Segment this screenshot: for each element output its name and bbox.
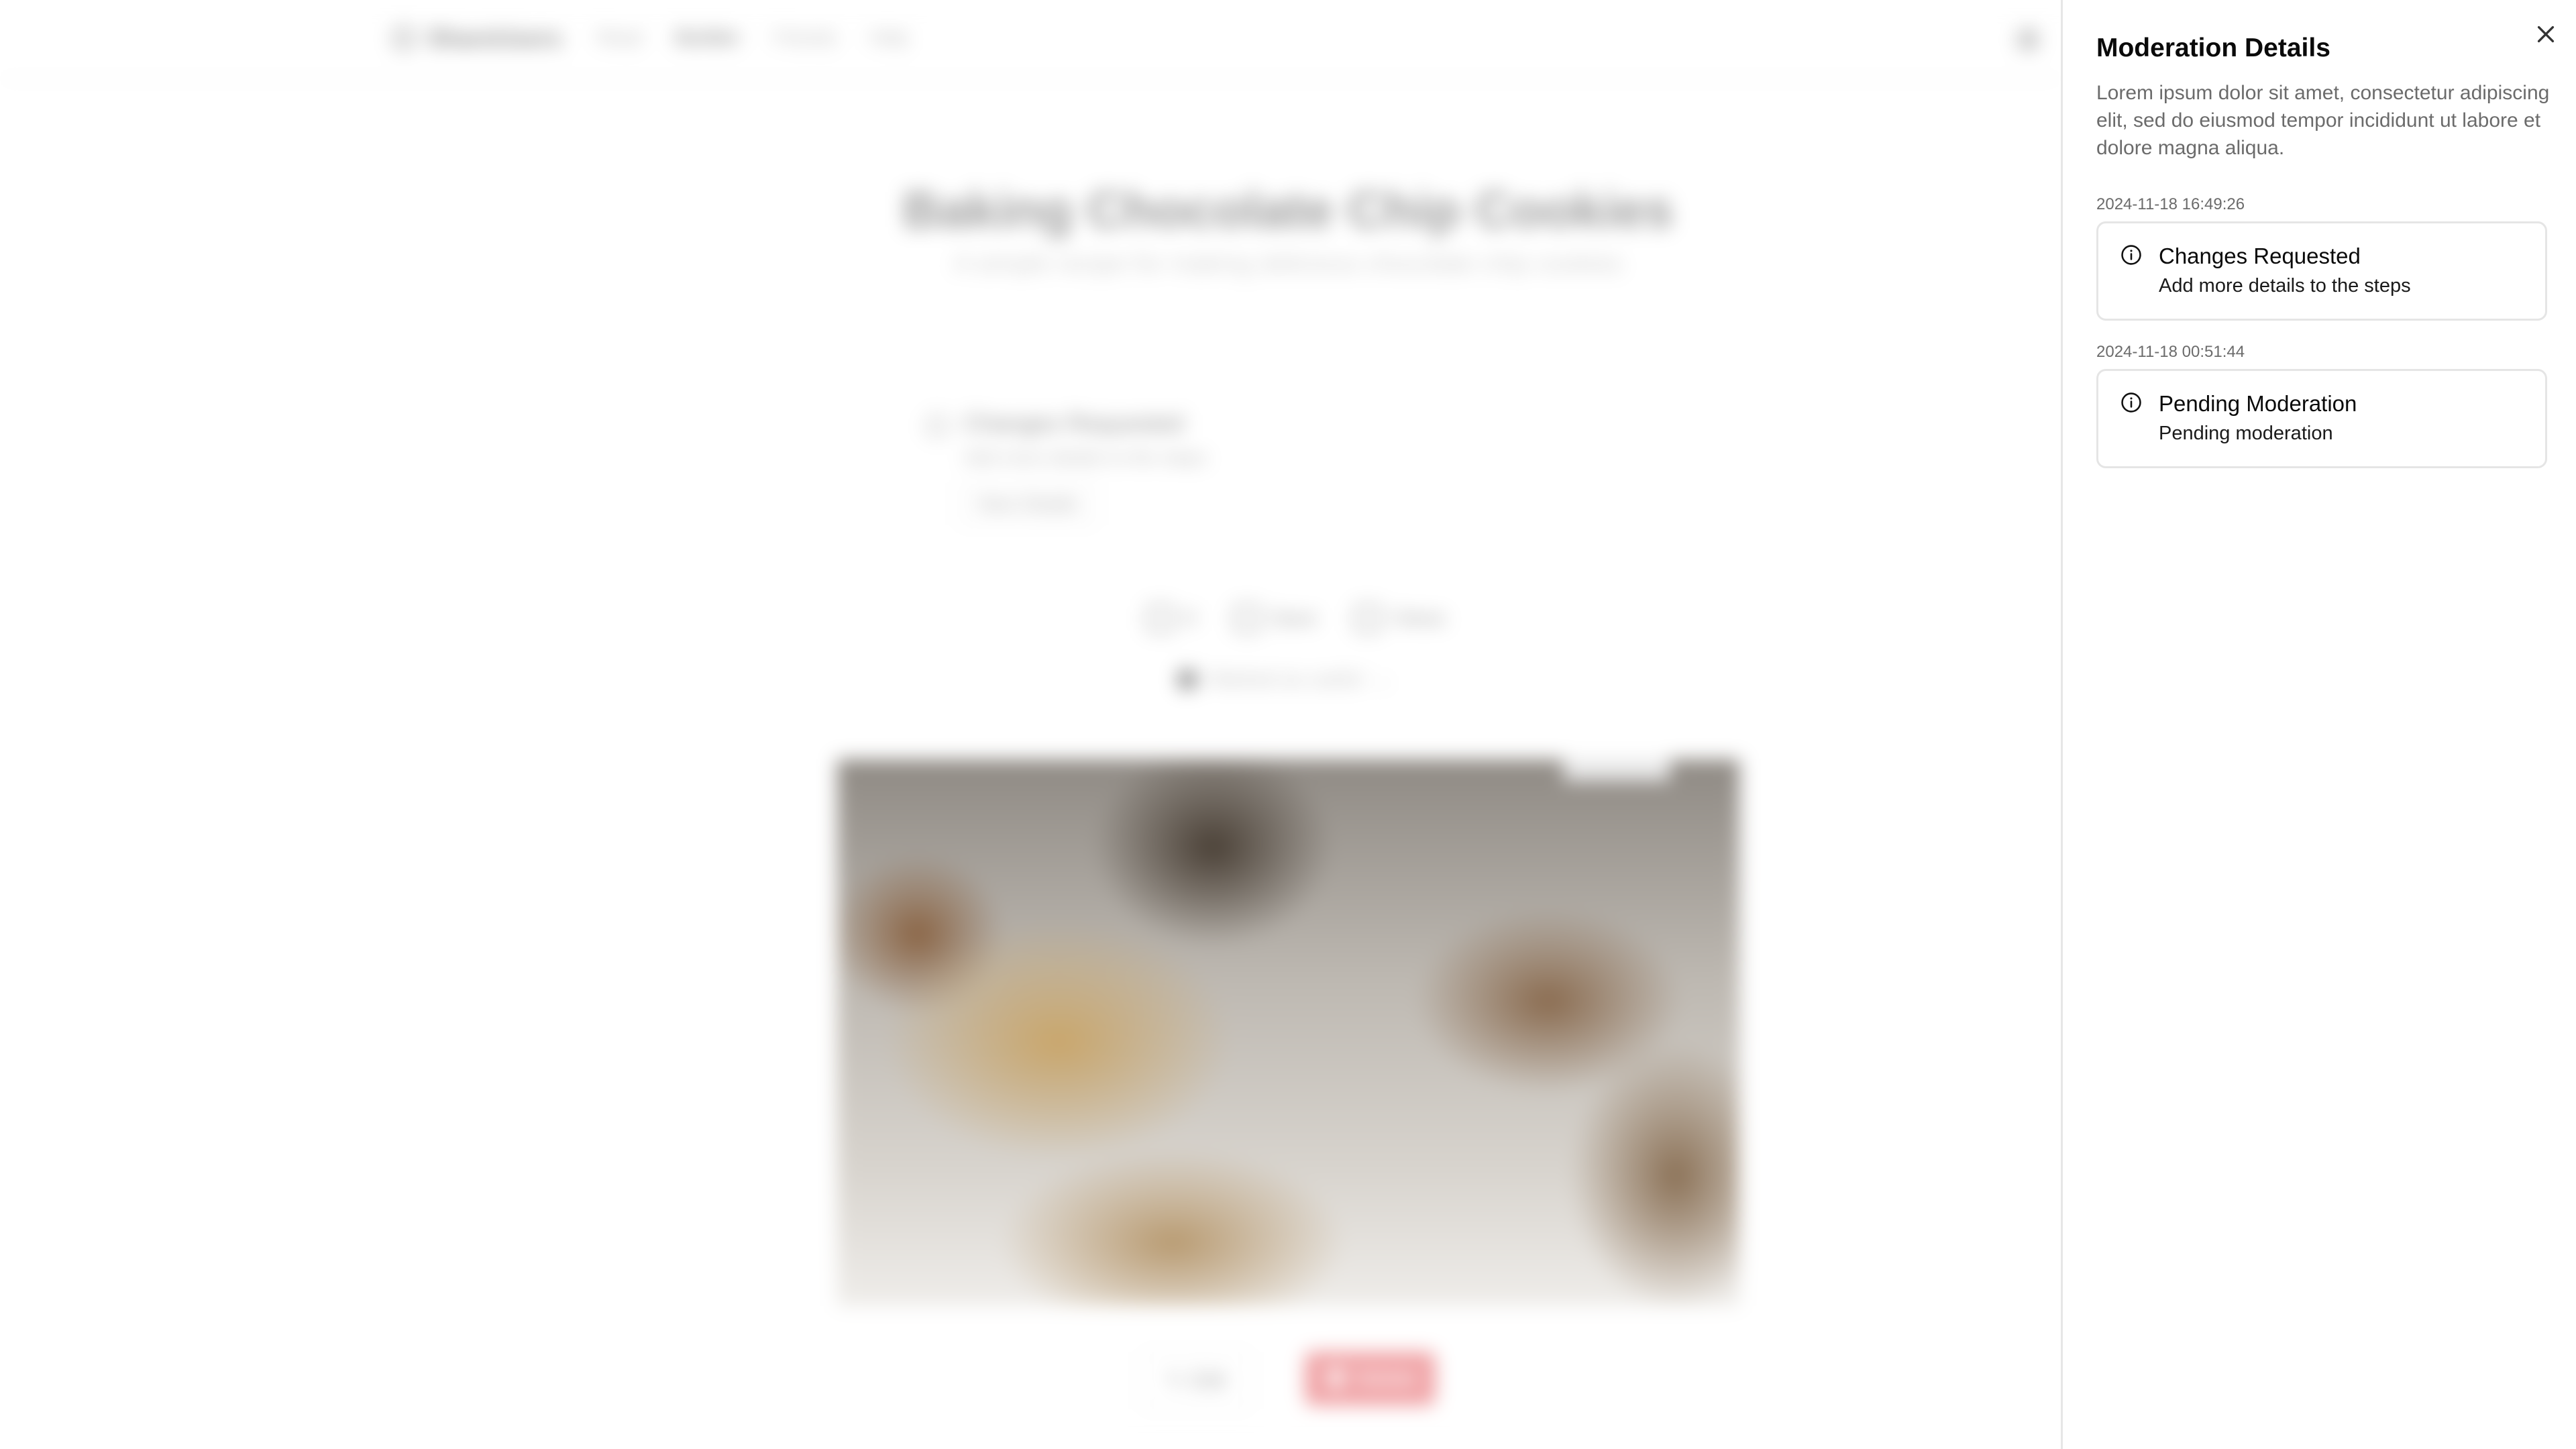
- recipe-stats: 0 Save Views: [1147, 605, 1446, 632]
- edit-label: Edit: [1191, 1369, 1226, 1391]
- image-tag: [1563, 759, 1670, 781]
- entry-title: Pending Moderation: [2159, 391, 2357, 416]
- entry-description: Add more details to the steps: [2159, 275, 2411, 297]
- marked-useful-label: Marked as useful: [1210, 667, 1363, 690]
- pencil-icon: ✎: [1166, 1369, 1183, 1392]
- info-circle-icon: [926, 415, 949, 437]
- save-label: Save: [1271, 607, 1318, 629]
- view-details-button[interactable]: View Details: [958, 483, 1096, 525]
- close-button[interactable]: [2529, 17, 2563, 51]
- entry-timestamp: 2024-11-18 16:49:26: [2096, 195, 2245, 213]
- info-circle-icon: [2120, 244, 2143, 266]
- trash-icon: 🗑: [1323, 1367, 1349, 1390]
- nav-link-friends[interactable]: Friends: [773, 27, 836, 48]
- sheet-title: Moderation Details: [2096, 34, 2330, 62]
- chevron-down-icon: ⌄: [1375, 668, 1392, 690]
- logo-text: ShareUsers: [427, 24, 562, 52]
- logo-icon: [392, 27, 415, 50]
- nav-link-help[interactable]: Help: [870, 27, 909, 48]
- comments-count: 0: [1185, 607, 1196, 629]
- moderation-entry-card: Changes Requested Add more details to th…: [2096, 221, 2547, 321]
- nav-link-read[interactable]: Read: [597, 27, 642, 48]
- close-icon: [2537, 25, 2555, 43]
- save-stat[interactable]: Save: [1233, 605, 1318, 632]
- user-dot-icon: [1177, 669, 1197, 690]
- nav-links: Read Builder Friends Help: [597, 27, 908, 48]
- delete-label: Delete: [1356, 1367, 1417, 1389]
- nav-link-builder[interactable]: Builder: [676, 27, 740, 48]
- alert-title: Changes Requested: [963, 409, 1184, 437]
- views-label: Views: [1392, 607, 1446, 629]
- entry-description: Pending moderation: [2159, 423, 2333, 444]
- views-stat[interactable]: Views: [1354, 605, 1446, 632]
- moderation-entry-card: Pending Moderation Pending moderation: [2096, 369, 2547, 468]
- moderation-details-sheet: Moderation Details Lorem ipsum dolor sit…: [2061, 0, 2576, 1449]
- info-circle-icon: [2120, 391, 2143, 414]
- bookmark-icon: [1233, 605, 1260, 632]
- alert-description: Add more details to the steps: [963, 447, 1207, 468]
- eye-icon: [1354, 605, 1382, 632]
- entry-title: Changes Requested: [2159, 244, 2361, 268]
- edit-button[interactable]: ✎ Edit: [1140, 1352, 1252, 1409]
- entry-timestamp: 2024-11-18 00:51:44: [2096, 343, 2245, 361]
- comment-icon: [1147, 605, 1174, 632]
- user-avatar-icon[interactable]: [2017, 28, 2039, 51]
- top-navbar: ShareUsers Read Builder Friends Help: [0, 0, 2061, 80]
- comments-stat[interactable]: 0: [1147, 605, 1196, 632]
- logo[interactable]: ShareUsers: [392, 24, 561, 52]
- marked-useful[interactable]: Marked as useful ⌄: [1177, 667, 1392, 691]
- sheet-description: Lorem ipsum dolor sit amet, consectetur …: [2096, 82, 2550, 159]
- delete-button[interactable]: 🗑 Delete: [1305, 1352, 1436, 1405]
- recipe-hero-image: [837, 759, 1739, 1306]
